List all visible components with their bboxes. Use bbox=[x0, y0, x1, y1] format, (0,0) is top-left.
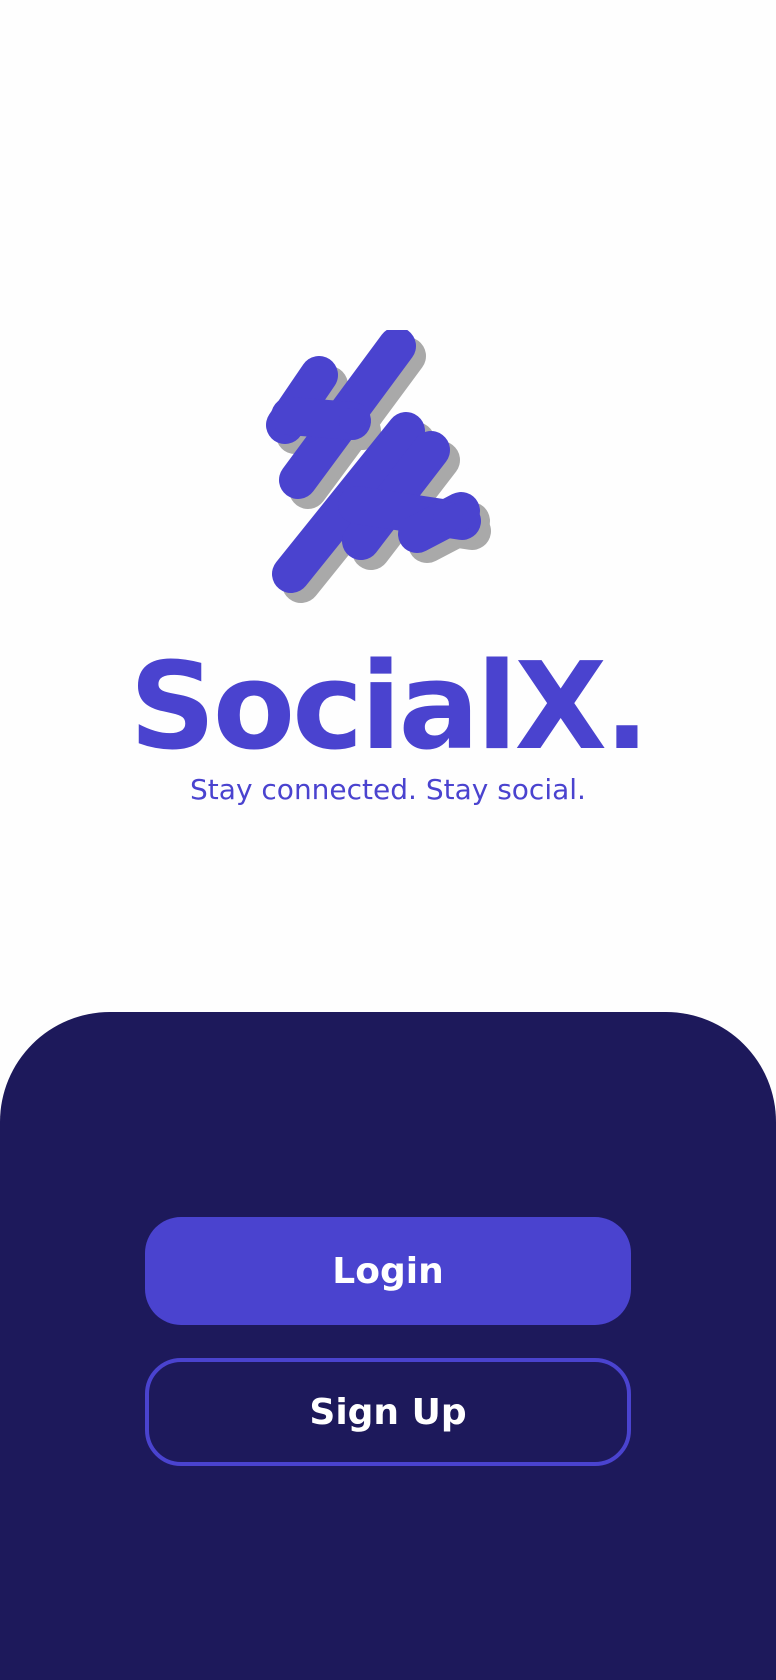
sign-up-button[interactable]: Sign Up bbox=[145, 1358, 631, 1466]
socialx-logo-icon bbox=[260, 330, 530, 610]
brand-name: SocialX. bbox=[129, 638, 649, 777]
brand-tagline: Stay connected. Stay social. bbox=[190, 773, 586, 806]
auth-panel bbox=[0, 1012, 776, 1680]
login-button[interactable]: Login bbox=[145, 1217, 631, 1325]
